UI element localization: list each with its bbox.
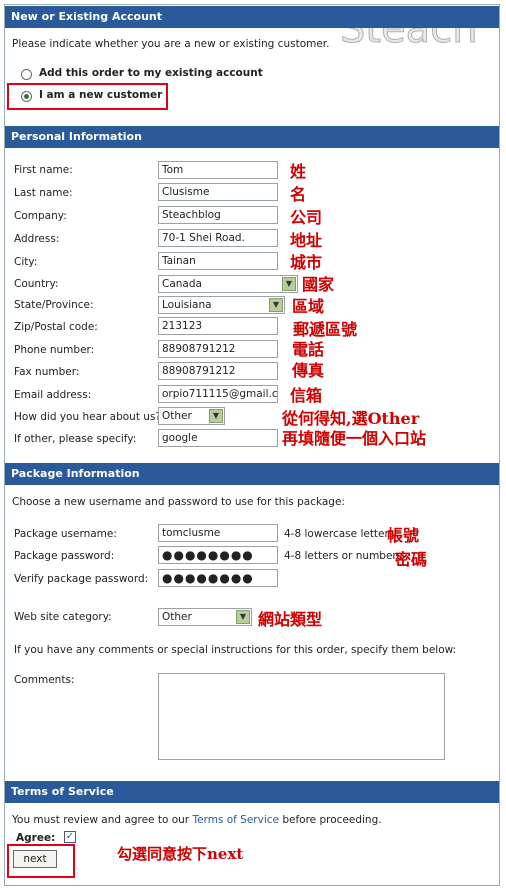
first-name-input[interactable]: Tom	[158, 161, 278, 179]
option-new-label: I am a new customer	[39, 89, 163, 101]
label-category: Web site category:	[14, 611, 112, 623]
fax-input[interactable]: 88908791212	[158, 362, 278, 380]
account-intro: Please indicate whether you are a new or…	[12, 38, 330, 50]
label-company: Company:	[14, 210, 67, 222]
last-name-input[interactable]: Clusisme	[158, 183, 278, 201]
label-comments: Comments:	[14, 674, 75, 686]
username-hint: 4-8 lowercase letters	[284, 528, 395, 540]
label-package-password: Package password:	[14, 550, 115, 562]
note-category: 網站類型	[258, 610, 323, 629]
state-select[interactable]: Louisiana ▼	[158, 296, 285, 314]
chevron-down-icon: ▼	[236, 610, 250, 624]
phone-input[interactable]: 88908791212	[158, 340, 278, 358]
password-hint: 4-8 letters or numbers	[284, 550, 403, 562]
email-input[interactable]: orpio711115@gmail.com	[158, 385, 278, 403]
state-select-value: Louisiana	[162, 299, 212, 311]
label-package-username: Package username:	[14, 528, 117, 540]
note-password: 密碼	[395, 550, 428, 569]
note-username: 帳號	[387, 526, 420, 545]
other-specify-input[interactable]: google	[158, 429, 278, 447]
radio-existing-account[interactable]	[21, 69, 32, 80]
label-phone: Phone number:	[14, 344, 95, 356]
city-input[interactable]: Tainan	[158, 252, 278, 270]
note-next: 勾選同意按下next	[117, 845, 244, 863]
terms-text-after: before proceeding.	[279, 814, 382, 826]
note-city: 城市	[290, 253, 323, 272]
terms-link[interactable]: Terms of Service	[192, 814, 279, 826]
package-password-input[interactable]: ●●●●●●●●	[158, 546, 278, 564]
note-country: 國家	[302, 275, 335, 294]
note-first-name: 姓	[290, 162, 307, 181]
category-select[interactable]: Other ▼	[158, 608, 252, 626]
note-email: 信箱	[290, 386, 323, 405]
label-state: State/Province:	[14, 299, 94, 311]
category-select-value: Other	[162, 611, 192, 623]
comments-intro: If you have any comments or special inst…	[14, 644, 457, 656]
comments-textarea[interactable]	[158, 673, 445, 760]
label-other-specify: If other, please specify:	[14, 433, 137, 445]
company-input[interactable]: Steachblog	[158, 206, 278, 224]
note-other-specify: 再填隨便一個入口站	[282, 429, 427, 448]
note-state: 區域	[292, 297, 325, 316]
label-zip: Zip/Postal code:	[14, 321, 98, 333]
chevron-down-icon: ▼	[269, 298, 283, 312]
section-header-terms: Terms of Service	[5, 781, 499, 803]
label-city: City:	[14, 256, 38, 268]
terms-text-before: You must review and agree to our	[12, 814, 193, 826]
country-select[interactable]: Canada ▼	[158, 275, 298, 293]
section-header-account: New or Existing Account	[5, 6, 499, 28]
label-first-name: First name:	[14, 164, 73, 176]
chevron-down-icon: ▼	[282, 277, 296, 291]
label-address: Address:	[14, 233, 60, 245]
label-fax: Fax number:	[14, 366, 80, 378]
label-hear-about: How did you hear about us?	[14, 411, 161, 423]
note-company: 公司	[290, 208, 323, 227]
hear-about-select[interactable]: Other ▼	[158, 407, 225, 425]
note-last-name: 名	[290, 185, 307, 204]
note-address: 地址	[290, 231, 323, 250]
package-intro: Choose a new username and password to us…	[12, 496, 345, 508]
label-country: Country:	[14, 278, 59, 290]
radio-new-customer[interactable]	[21, 91, 32, 102]
label-email: Email address:	[14, 389, 92, 401]
note-fax: 傳真	[292, 361, 325, 380]
chevron-down-icon: ▼	[209, 409, 223, 423]
terms-text: You must review and agree to our Terms o…	[12, 814, 382, 826]
country-select-value: Canada	[162, 278, 202, 290]
option-existing-label: Add this order to my existing account	[39, 67, 263, 79]
next-button[interactable]: next	[13, 850, 57, 868]
label-verify-password: Verify package password:	[14, 573, 149, 585]
agree-checkbox[interactable]: ✓	[64, 831, 76, 843]
label-last-name: Last name:	[14, 187, 73, 199]
address-input[interactable]: 70-1 Shei Road.	[158, 229, 278, 247]
section-header-package: Package Information	[5, 463, 499, 485]
zip-input[interactable]: 213123	[158, 317, 278, 335]
section-header-personal: Personal Information	[5, 126, 499, 148]
package-username-input[interactable]: tomclusme	[158, 524, 278, 542]
agree-label: Agree:	[16, 832, 56, 844]
verify-password-input[interactable]: ●●●●●●●●	[158, 569, 278, 587]
hear-about-select-value: Other	[162, 410, 192, 422]
